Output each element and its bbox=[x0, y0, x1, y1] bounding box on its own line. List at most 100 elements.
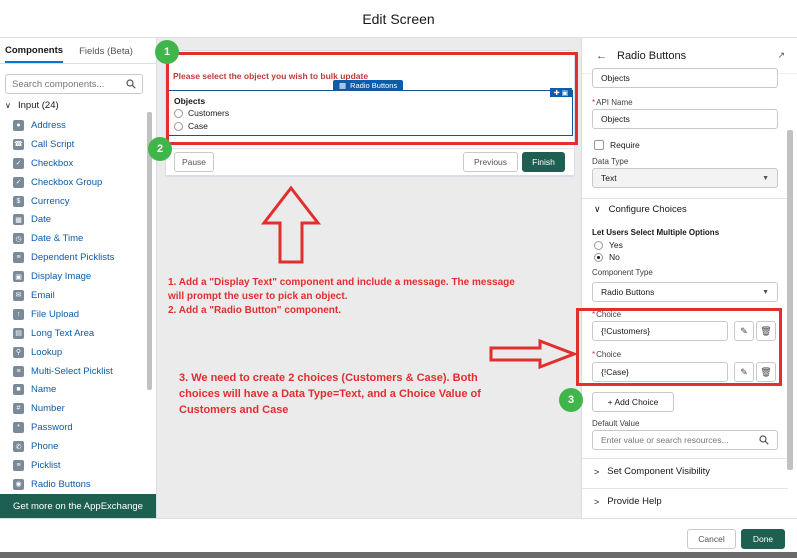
date-icon: ▦ bbox=[13, 214, 24, 226]
label-field-value: Objects bbox=[601, 73, 630, 83]
configure-choices-toggle[interactable]: ∨ Configure Choices bbox=[594, 204, 687, 215]
back-arrow-icon[interactable]: ← bbox=[596, 50, 607, 62]
component-number[interactable]: # Number bbox=[13, 399, 143, 418]
provide-help-toggle[interactable]: > Provide Help bbox=[594, 496, 662, 507]
default-value-input[interactable]: Enter value or search resources... bbox=[592, 430, 778, 450]
component-email[interactable]: ✉ Email bbox=[13, 286, 143, 305]
component-label: Currency bbox=[31, 195, 70, 207]
component-long-text-area[interactable]: ▤ Long Text Area bbox=[13, 324, 143, 343]
divider bbox=[582, 198, 788, 199]
label-field[interactable]: Objects bbox=[592, 68, 778, 88]
annotation-highlight-box-3 bbox=[576, 308, 782, 386]
visibility-label: Set Component Visibility bbox=[607, 466, 711, 477]
radio-circle-selected bbox=[594, 252, 603, 262]
component-label: Call Script bbox=[31, 138, 75, 150]
component-phone[interactable]: ✆ Phone bbox=[13, 437, 143, 456]
component-address[interactable]: ● Address bbox=[13, 116, 143, 135]
api-name-field[interactable]: Objects bbox=[592, 109, 778, 129]
add-choice-button[interactable]: + Add Choice bbox=[592, 392, 674, 412]
component-label: Multi-Select Picklist bbox=[31, 365, 113, 377]
component-label: Checkbox Group bbox=[31, 176, 103, 188]
component-checkbox-group[interactable]: ✓ Checkbox Group bbox=[13, 173, 143, 192]
default-value-placeholder: Enter value or search resources... bbox=[601, 435, 729, 445]
tab-components[interactable]: Components bbox=[5, 45, 64, 63]
component-display-image[interactable]: ▣ Display Image bbox=[13, 267, 143, 286]
step-badge-3: 3 bbox=[559, 388, 583, 412]
display-image-icon: ▣ bbox=[13, 271, 24, 283]
annotation-highlight-box-1 bbox=[166, 52, 578, 145]
component-type-select[interactable]: Radio Buttons ▼ bbox=[592, 282, 778, 302]
component-date[interactable]: ▦ Date bbox=[13, 210, 143, 229]
data-type-value: Text bbox=[601, 173, 617, 183]
step-badge-1: 1 bbox=[155, 40, 179, 64]
component-label: File Upload bbox=[31, 308, 80, 320]
component-label: Long Text Area bbox=[31, 327, 95, 339]
screen-footer: Pause Previous Finish bbox=[165, 148, 575, 176]
picklist-icon: ≡ bbox=[13, 459, 24, 471]
appexchange-link[interactable]: Get more on the AppExchange bbox=[0, 494, 156, 518]
api-name-label-text: API Name bbox=[596, 98, 633, 107]
radio-circle bbox=[594, 240, 603, 250]
help-label: Provide Help bbox=[607, 496, 662, 507]
cancel-button[interactable]: Cancel bbox=[687, 529, 736, 549]
component-visibility-toggle[interactable]: > Set Component Visibility bbox=[594, 466, 710, 477]
number-icon: # bbox=[13, 403, 24, 415]
file-upload-icon: ↑ bbox=[13, 308, 24, 320]
chevron-down-icon: ∨ bbox=[5, 100, 11, 110]
multi-select-picklist-icon: ≡ bbox=[13, 365, 24, 377]
previous-button[interactable]: Previous bbox=[463, 152, 518, 172]
address-icon: ● bbox=[13, 119, 24, 131]
component-label: Address bbox=[31, 119, 66, 131]
configure-choices-label: Configure Choices bbox=[608, 204, 687, 215]
finish-button[interactable]: Finish bbox=[522, 152, 565, 172]
components-scrollbar[interactable] bbox=[146, 108, 153, 492]
component-label: Dependent Picklists bbox=[31, 252, 115, 264]
component-radio-buttons[interactable]: ◉ Radio Buttons bbox=[13, 475, 143, 494]
checkbox-box bbox=[594, 140, 604, 150]
component-file-upload[interactable]: ↑ File Upload bbox=[13, 305, 143, 324]
tab-fields-beta[interactable]: Fields (Beta) bbox=[79, 46, 133, 63]
expand-icon[interactable]: ↗ bbox=[777, 50, 785, 61]
component-lookup[interactable]: ⚲ Lookup bbox=[13, 343, 143, 362]
currency-icon: $ bbox=[13, 195, 24, 207]
chevron-right-icon: > bbox=[594, 496, 600, 507]
component-multi-select-picklist[interactable]: ≡ Multi-Select Picklist bbox=[13, 362, 143, 381]
component-picklist[interactable]: ≡ Picklist bbox=[13, 456, 143, 475]
annotation-line: 3. We need to create 2 choices (Customer… bbox=[179, 372, 478, 384]
require-checkbox[interactable]: Require bbox=[594, 140, 640, 150]
component-password[interactable]: * Password bbox=[13, 418, 143, 437]
pause-button[interactable]: Pause bbox=[174, 152, 214, 172]
api-name-label: *API Name bbox=[592, 98, 633, 107]
search-icon bbox=[126, 79, 136, 89]
multi-select-no[interactable]: No bbox=[594, 252, 620, 262]
component-date-time[interactable]: ◷ Date & Time bbox=[13, 229, 143, 248]
checkbox-icon: ✓ bbox=[13, 157, 24, 169]
done-button[interactable]: Done bbox=[741, 529, 785, 549]
scrollbar-thumb[interactable] bbox=[787, 130, 793, 470]
background-strip bbox=[0, 552, 797, 558]
component-name[interactable]: ■ Name bbox=[13, 380, 143, 399]
option-label: Yes bbox=[609, 240, 623, 250]
radio-buttons-icon: ◉ bbox=[13, 478, 24, 490]
multi-select-label: Let Users Select Multiple Options bbox=[592, 228, 720, 237]
password-icon: * bbox=[13, 422, 24, 434]
date-time-icon: ◷ bbox=[13, 233, 24, 245]
component-label: Lookup bbox=[31, 346, 63, 358]
components-panel: Components Fields (Beta) Search componen… bbox=[0, 38, 157, 518]
data-type-select[interactable]: Text ▼ bbox=[592, 168, 778, 188]
caret-down-icon: ▼ bbox=[762, 174, 769, 182]
component-label: Radio Buttons bbox=[31, 478, 91, 490]
properties-scrollbar[interactable] bbox=[786, 70, 794, 510]
component-checkbox[interactable]: ✓ Checkbox bbox=[13, 154, 143, 173]
multi-select-yes[interactable]: Yes bbox=[594, 240, 623, 250]
require-label: Require bbox=[610, 140, 640, 150]
dependent-picklists-icon: ≡ bbox=[13, 252, 24, 264]
data-type-label: Data Type bbox=[592, 157, 629, 166]
input-section-toggle[interactable]: ∨ Input (24) bbox=[5, 98, 59, 112]
component-dependent-picklists[interactable]: ≡ Dependent Picklists bbox=[13, 248, 143, 267]
call-script-icon: ☎ bbox=[13, 138, 24, 150]
component-currency[interactable]: $ Currency bbox=[13, 192, 143, 211]
annotation-line: 1. Add a "Display Text" component and in… bbox=[168, 277, 515, 288]
search-components-input[interactable]: Search components... bbox=[5, 74, 143, 94]
component-call-script[interactable]: ☎ Call Script bbox=[13, 135, 143, 154]
